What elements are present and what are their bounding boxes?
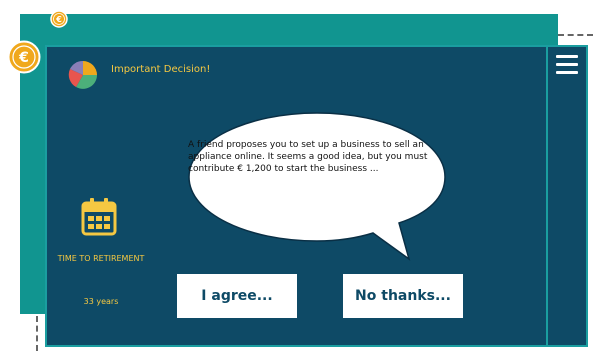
svg-text:€: € (55, 15, 62, 24)
euro-coin-icon: € (50, 10, 68, 28)
time-to-retirement-label: TIME TO RETIREMENT (57, 254, 145, 263)
svg-text:€: € (18, 50, 29, 66)
calendar-icon (81, 198, 117, 236)
agree-button[interactable]: I agree... (177, 274, 297, 318)
dashed-guide-left (36, 316, 38, 351)
hamburger-menu-icon[interactable] (554, 51, 582, 79)
euro-coin-icon: € (7, 40, 41, 74)
page-title: Important Decision! (111, 64, 211, 75)
dashed-guide-top (558, 34, 593, 36)
decline-button[interactable]: No thanks... (343, 274, 463, 318)
dialog-message: A friend proposes you to set up a busine… (188, 140, 428, 174)
pie-chart-icon (68, 60, 97, 89)
speech-bubble (188, 112, 446, 261)
time-to-retirement-value: 33 years (83, 297, 119, 306)
right-sidebar (546, 47, 586, 345)
game-panel: Important Decision! A friend proposes yo… (45, 45, 588, 347)
